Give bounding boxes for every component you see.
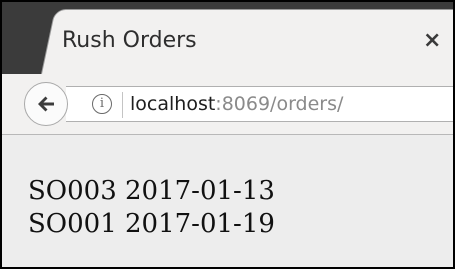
tab-active[interactable]: Rush Orders ×: [62, 24, 453, 68]
back-arrow-icon: [38, 96, 54, 112]
url-divider: [122, 92, 123, 118]
tab-title: Rush Orders: [62, 28, 197, 53]
browser-window: Rush Orders × i localhost:8069/orders/ S…: [0, 0, 455, 269]
close-icon[interactable]: ×: [423, 28, 441, 54]
url-host: localhost: [130, 93, 216, 115]
tab-strip: Rush Orders ×: [2, 2, 453, 74]
order-row: SO001 2017-01-19: [28, 209, 275, 239]
order-row: SO003 2017-01-13: [28, 176, 275, 206]
navigation-toolbar: i localhost:8069/orders/: [2, 74, 453, 135]
url-bar[interactable]: i localhost:8069/orders/: [66, 86, 453, 122]
url-text[interactable]: localhost:8069/orders/: [130, 92, 343, 116]
order-list: SO003 2017-01-13 SO001 2017-01-19: [28, 175, 275, 241]
back-button[interactable]: [24, 82, 68, 126]
info-icon[interactable]: i: [92, 94, 112, 114]
url-path: :8069/orders/: [215, 93, 344, 115]
page-content: SO003 2017-01-13 SO001 2017-01-19: [2, 135, 453, 267]
